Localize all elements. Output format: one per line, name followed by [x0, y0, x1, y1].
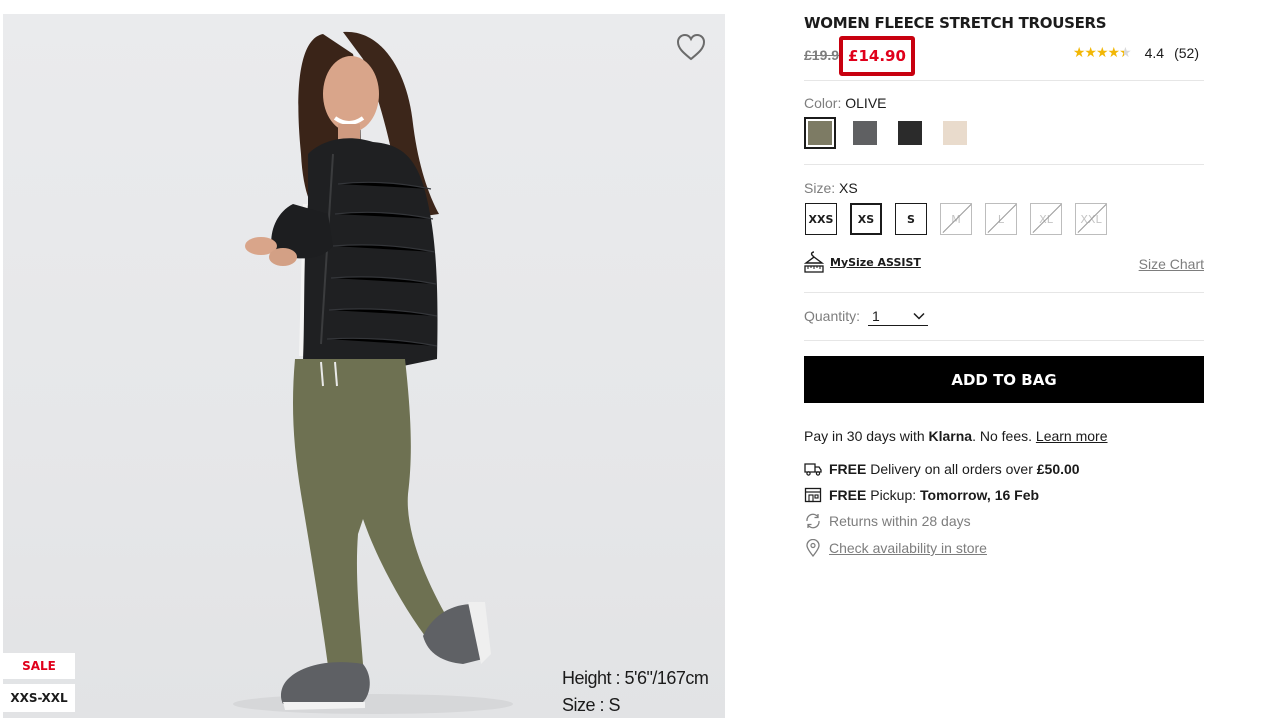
- location-pin-icon: [804, 539, 822, 557]
- heart-outline-icon: [676, 33, 706, 61]
- wishlist-button[interactable]: [675, 32, 707, 62]
- divider: [804, 340, 1204, 341]
- color-swatch-grey[interactable]: [849, 117, 881, 149]
- size-selected: XS: [839, 180, 858, 196]
- returns-icon: [804, 512, 822, 530]
- returns-text: Returns within 28 days: [829, 513, 971, 529]
- rating-stars-icon: ★★★★★: [1072, 44, 1132, 61]
- sale-price-highlight: £14.90: [839, 36, 915, 76]
- klarna-suffix: . No fees.: [972, 428, 1036, 444]
- mysize-label: MySize ASSIST: [830, 255, 921, 269]
- swatch-chip: [898, 121, 922, 145]
- truck-icon: [804, 460, 822, 478]
- sale-price: £14.90: [848, 47, 906, 65]
- price-row: £19.90 £14.90 ★★★★★ 4.4 (52): [804, 36, 1204, 76]
- quantity-value: 1: [872, 308, 880, 324]
- hanger-ruler-icon: [804, 251, 824, 273]
- rating-summary[interactable]: ★★★★★ 4.4 (52): [1073, 44, 1199, 61]
- divider: [804, 164, 1204, 165]
- delivery-text: Delivery on all orders over: [866, 461, 1037, 477]
- product-image[interactable]: SALE XXS-XXL Height : 5'6"/167cm Size : …: [3, 14, 725, 718]
- check-availability-link[interactable]: Check availability in store: [829, 540, 987, 556]
- color-selected: OLIVE: [845, 95, 887, 111]
- swatch-chip: [853, 121, 877, 145]
- klarna-prefix: Pay in 30 days with: [804, 428, 929, 444]
- size-option-xl[interactable]: XL: [1030, 203, 1062, 235]
- size-option-xxs[interactable]: XXS: [805, 203, 837, 235]
- color-swatch-black[interactable]: [894, 117, 926, 149]
- quantity-select[interactable]: 1: [868, 308, 928, 326]
- store-icon: [804, 486, 822, 504]
- size-option-s[interactable]: S: [895, 203, 927, 235]
- divider: [804, 80, 1204, 81]
- divider: [804, 292, 1204, 293]
- size-option-m[interactable]: M: [940, 203, 972, 235]
- color-label: Color:: [804, 95, 842, 111]
- klarna-message: Pay in 30 days with Klarna. No fees. Lea…: [804, 428, 1108, 444]
- size-chart-link[interactable]: Size Chart: [1139, 256, 1204, 272]
- sale-badge: SALE: [3, 653, 75, 679]
- klarna-provider: Klarna: [928, 428, 973, 444]
- pickup-free: FREE: [829, 487, 867, 503]
- learn-more-link[interactable]: Learn more: [1036, 428, 1108, 444]
- swatch-chip: [943, 121, 967, 145]
- model-size: Size : S: [562, 695, 621, 715]
- color-label-row: Color: OLIVE: [804, 95, 887, 111]
- pickup-info: FREE Pickup: Tomorrow, 16 Feb: [804, 486, 1039, 504]
- store-availability: Check availability in store: [804, 539, 987, 557]
- delivery-threshold: £50.00: [1036, 461, 1080, 477]
- size-range-badge: XXS-XXL: [3, 684, 75, 712]
- swatch-chip: [808, 121, 832, 145]
- size-option-xs[interactable]: XS: [850, 203, 882, 235]
- review-count: (52): [1174, 44, 1199, 61]
- quantity-label: Quantity:: [804, 308, 861, 324]
- delivery-free: FREE: [829, 461, 867, 477]
- add-to-bag-button[interactable]: ADD TO BAG: [804, 356, 1204, 403]
- product-title: WOMEN FLEECE STRETCH TROUSERS: [804, 14, 1107, 32]
- color-swatch-olive[interactable]: [804, 117, 836, 149]
- model-info: Height : 5'6"/167cm Size : S: [562, 665, 709, 718]
- size-option-xxl[interactable]: XXL: [1075, 203, 1107, 235]
- color-swatch-beige[interactable]: [939, 117, 971, 149]
- model-height: Height : 5'6"/167cm: [562, 668, 709, 688]
- rating-stars: ★★★★★: [1072, 44, 1132, 60]
- model-illustration: [233, 31, 513, 714]
- chevron-down-icon: [913, 312, 925, 320]
- mysize-assist-link[interactable]: MySize ASSIST: [804, 250, 921, 274]
- color-swatches: [804, 117, 971, 149]
- pickup-text: Pickup:: [866, 487, 921, 503]
- size-label: Size:: [804, 180, 836, 196]
- pickup-date: Tomorrow, 16 Feb: [920, 487, 1040, 503]
- size-label-row: Size: XS: [804, 180, 858, 196]
- size-options: XXS XS S M L XL XXL: [805, 203, 1107, 235]
- rating-value: 4.4: [1144, 44, 1165, 61]
- delivery-info: FREE Delivery on all orders over £50.00: [804, 460, 1080, 478]
- size-option-l[interactable]: L: [985, 203, 1017, 235]
- returns-info: Returns within 28 days: [804, 512, 971, 530]
